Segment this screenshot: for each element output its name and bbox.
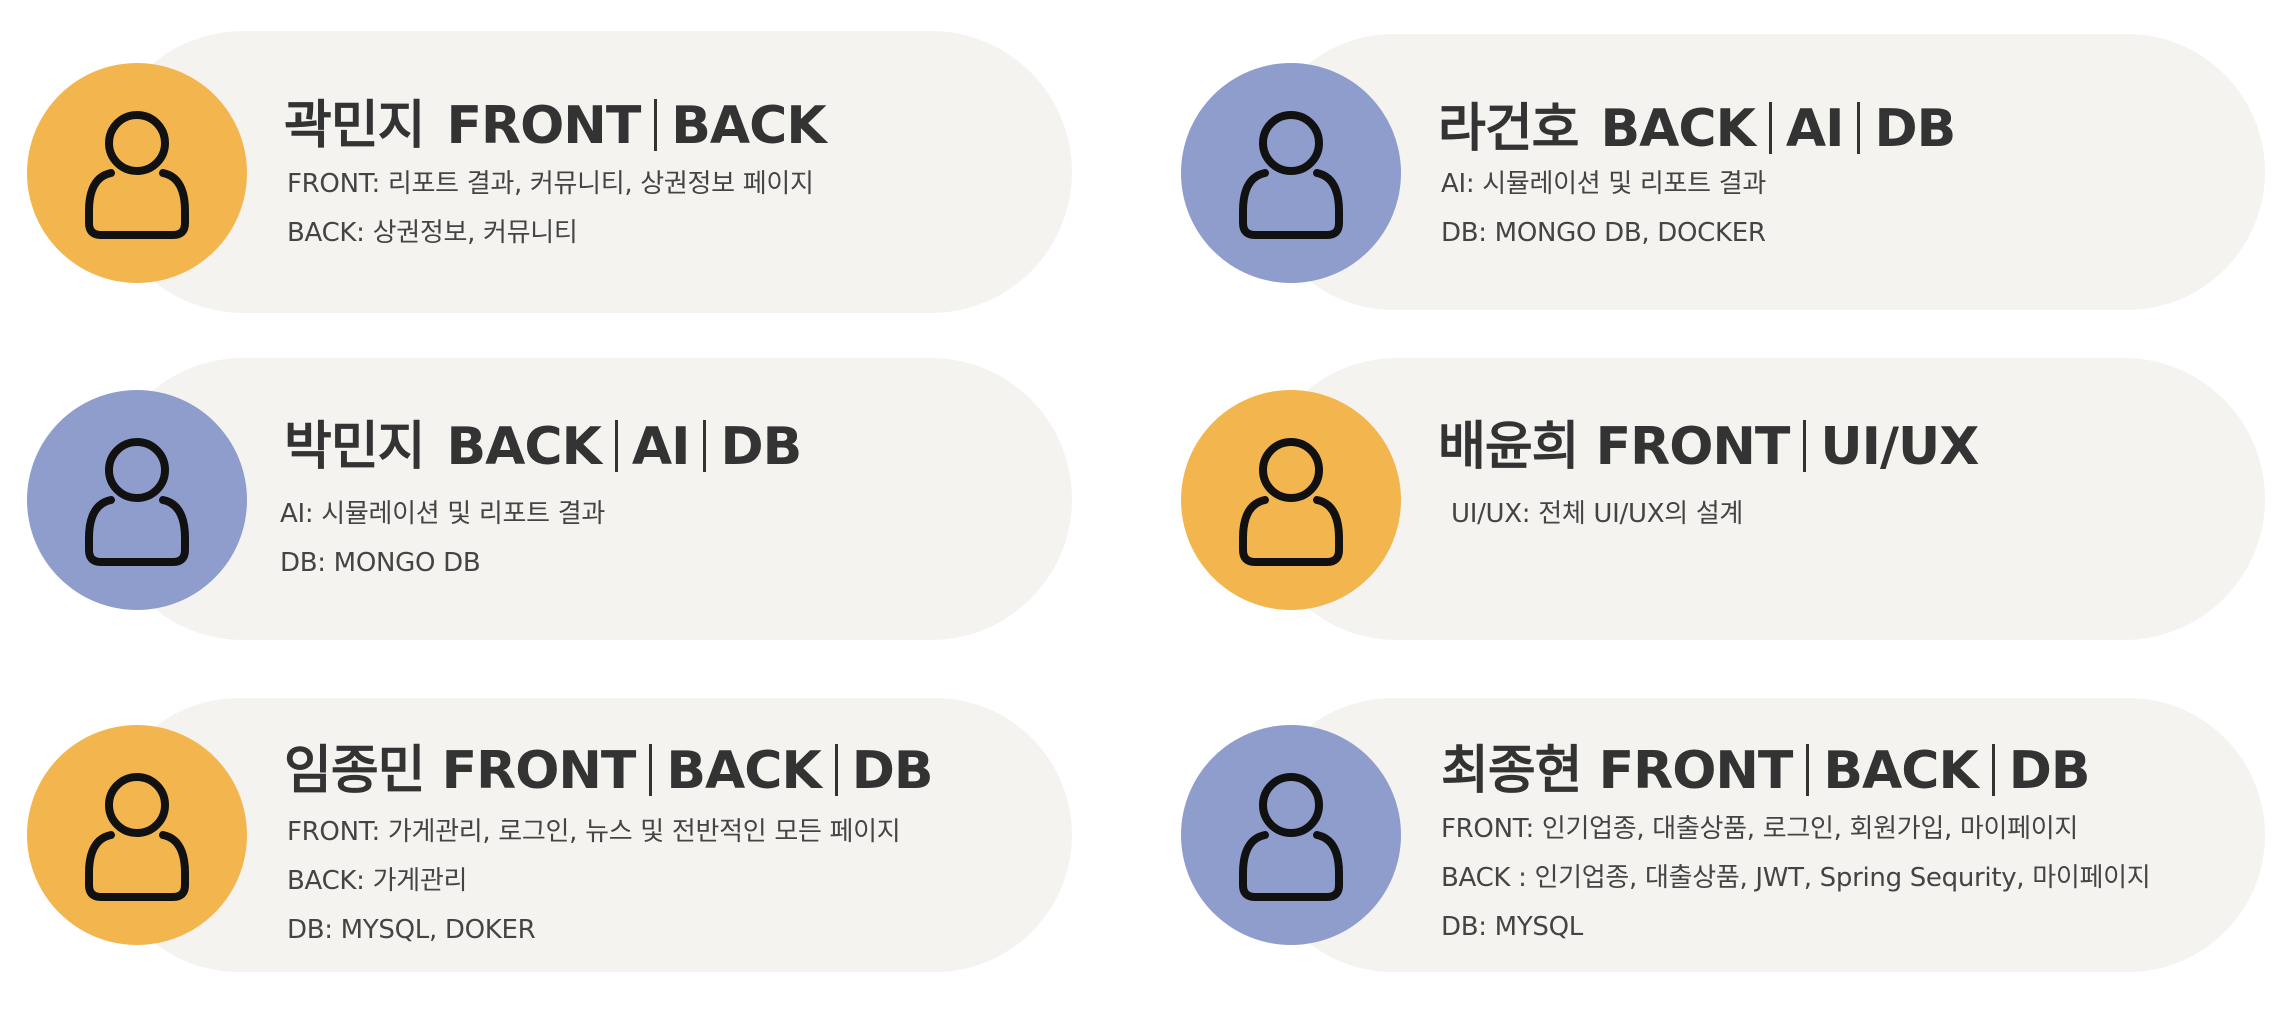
role-tag: BACK <box>666 741 821 801</box>
member-name: 배윤희 <box>1438 417 1580 477</box>
divider <box>1803 420 1807 472</box>
avatar <box>27 63 247 283</box>
responsibility-line: DB: MYSQL, DOKER <box>287 915 536 945</box>
responsibility-line: AI: 시뮬레이션 및 리포트 결과 <box>1441 169 1766 199</box>
responsibility-list: FRONT: 리포트 결과, 커뮤니티, 상권정보 페이지 BACK: 상권정보… <box>287 160 814 258</box>
member-card-kwak: 곽민지 FRONT BACK FRONT: 리포트 결과, 커뮤니티, 상권정보 페… <box>27 31 1072 313</box>
role-tag: BACK <box>446 417 602 477</box>
divider <box>654 99 658 151</box>
divider <box>614 420 618 472</box>
role-tag: AI <box>631 417 691 477</box>
responsibility-list: FRONT: 가게관리, 로그인, 뉴스 및 전반적인 모든 페이지 BACK:… <box>287 808 901 955</box>
role-tag: FRONT <box>441 741 637 801</box>
role-tag: DB <box>720 417 802 477</box>
user-icon <box>1239 438 1343 566</box>
avatar <box>1181 390 1401 610</box>
role-tag: FRONT <box>1595 417 1791 477</box>
member-card-park: 박민지 BACK AI DB AI: 시뮬레이션 및 리포트 결과 DB: MONGO… <box>27 358 1072 640</box>
role-tag: DB <box>2008 741 2091 801</box>
member-card-lim: 임종민 FRONT BACK DB FRONT: 가게관리, 로그인, 뉴스 및 전… <box>27 698 1072 972</box>
responsibility-list: UI/UX: 전체 UI/UX의 설계 <box>1451 490 1743 539</box>
member-name: 곽민지 <box>284 96 426 156</box>
user-icon <box>1239 773 1343 901</box>
role-tag: BACK <box>1823 741 1978 801</box>
member-name: 라건호 <box>1438 99 1580 159</box>
user-icon <box>85 438 189 566</box>
responsibility-line: BACK: 가게관리 <box>287 866 468 896</box>
member-heading: 라건호 BACK AI DB <box>1438 86 1956 161</box>
divider <box>1768 102 1772 154</box>
member-heading: 최종현 FRONT BACK DB <box>1441 728 2091 803</box>
member-heading: 배윤희 FRONT UI/UX <box>1438 404 1979 479</box>
member-heading: 곽민지 FRONT BACK <box>284 83 827 158</box>
role-tag: DB <box>1874 99 1956 159</box>
role-tag: BACK <box>1600 99 1756 159</box>
avatar <box>27 725 247 945</box>
responsibility-line: BACK : 인기업종, 대출상품, JWT, Spring Sequrity,… <box>1441 863 2151 893</box>
avatar <box>1181 725 1401 945</box>
user-icon <box>1239 111 1343 239</box>
card-background <box>1256 358 2265 640</box>
user-icon <box>85 111 189 239</box>
responsibility-line: FRONT: 리포트 결과, 커뮤니티, 상권정보 페이지 <box>287 169 814 199</box>
member-card-ra: 라건호 BACK AI DB AI: 시뮬레이션 및 리포트 결과 DB: MONGO… <box>1181 34 2265 310</box>
divider <box>834 744 838 796</box>
avatar <box>27 390 247 610</box>
role-tag: FRONT <box>446 96 642 156</box>
member-heading: 박민지 BACK AI DB <box>284 404 802 479</box>
responsibility-line: UI/UX: 전체 UI/UX의 설계 <box>1451 499 1744 529</box>
responsibility-list: AI: 시뮬레이션 및 리포트 결과 DB: MONGO DB, DOCKER <box>1441 160 1766 258</box>
divider <box>703 420 707 472</box>
responsibility-line: DB: MONGO DB <box>280 548 481 578</box>
role-tag: UI/UX <box>1820 417 1979 477</box>
role-tag: DB <box>851 741 934 801</box>
member-heading: 임종민 FRONT BACK DB <box>284 728 934 803</box>
responsibility-line: DB: MYSQL <box>1441 912 1583 942</box>
member-card-choi: 최종현 FRONT BACK DB FRONT: 인기업종, 대출상품, 로그인, … <box>1181 698 2265 972</box>
divider <box>1806 744 1810 796</box>
member-name: 박민지 <box>284 417 426 477</box>
responsibility-line: FRONT: 가게관리, 로그인, 뉴스 및 전반적인 모든 페이지 <box>287 817 901 847</box>
divider <box>1991 744 1995 796</box>
divider <box>1857 102 1861 154</box>
member-card-bae: 배윤희 FRONT UI/UX UI/UX: 전체 UI/UX의 설계 <box>1181 358 2265 640</box>
responsibility-line: DB: MONGO DB, DOCKER <box>1441 218 1766 248</box>
role-tag: BACK <box>671 96 826 156</box>
responsibility-line: AI: 시뮬레이션 및 리포트 결과 <box>280 499 605 529</box>
divider <box>649 744 653 796</box>
member-name: 최종현 <box>1441 741 1583 801</box>
role-tag: AI <box>1785 99 1845 159</box>
avatar <box>1181 63 1401 283</box>
responsibility-list: FRONT: 인기업종, 대출상품, 로그인, 회원가입, 마이페이지 BACK… <box>1441 805 2151 952</box>
responsibility-list: AI: 시뮬레이션 및 리포트 결과 DB: MONGO DB <box>280 490 605 588</box>
user-icon <box>85 773 189 901</box>
responsibility-line: BACK: 상권정보, 커뮤니티 <box>287 218 578 248</box>
responsibility-line: FRONT: 인기업종, 대출상품, 로그인, 회원가입, 마이페이지 <box>1441 814 2079 844</box>
role-tag: FRONT <box>1598 741 1794 801</box>
member-name: 임종민 <box>284 741 426 801</box>
